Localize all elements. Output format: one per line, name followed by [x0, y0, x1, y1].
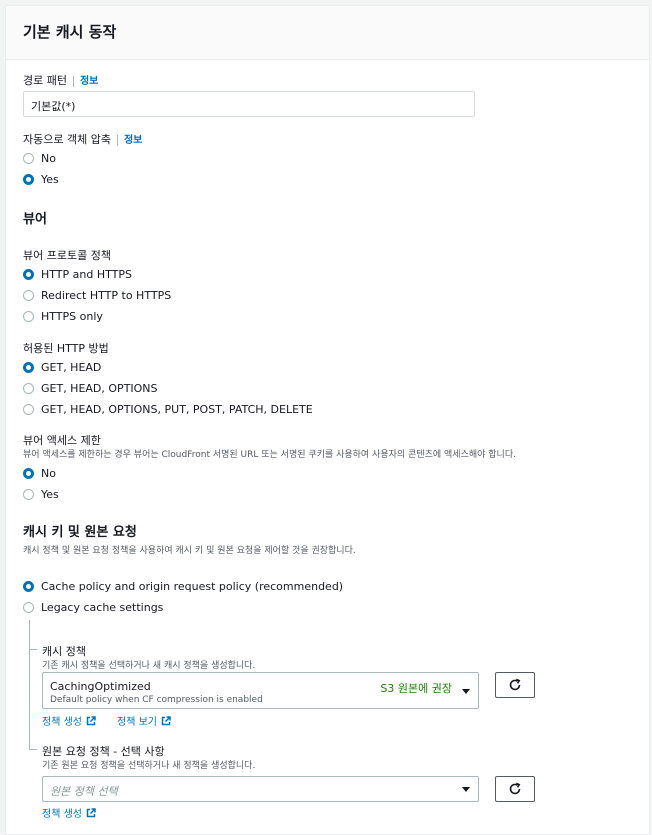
radio-label: No: [41, 152, 56, 165]
panel-header: 기본 캐시 동작: [6, 6, 649, 60]
compress-no-radio[interactable]: No: [23, 152, 56, 165]
view-cache-policy-link[interactable]: 정책 보기: [117, 713, 171, 728]
cache-policy-recommended-radio[interactable]: Cache policy and origin request policy (…: [23, 580, 343, 593]
origin-policy-refresh-button[interactable]: [495, 776, 535, 802]
path-pattern-info-link[interactable]: 정보: [80, 76, 98, 87]
link-label: 정책 생성: [42, 717, 82, 728]
chevron-down-icon: [462, 689, 470, 694]
cache-policy-selected-name: CachingOptimized: [50, 680, 151, 693]
restrict-no-radio[interactable]: No: [23, 467, 56, 480]
viewer-heading: 뷰어: [23, 212, 47, 227]
radio-label: GET, HEAD, OPTIONS, PUT, POST, PATCH, DE…: [41, 403, 313, 416]
refresh-icon: [509, 782, 521, 795]
radio-label: Redirect HTTP to HTTPS: [41, 289, 172, 302]
cache-policy-description: 기존 캐시 정책을 선택하거나 새 캐시 정책을 생성합니다.: [42, 661, 256, 671]
external-link-icon: [86, 807, 96, 817]
refresh-icon: [509, 678, 521, 691]
radio-label: Cache policy and origin request policy (…: [41, 580, 344, 593]
path-pattern-label-row: 경로 패턴 정보: [23, 72, 98, 88]
restrict-access-label: 뷰어 액세스 제한: [23, 434, 101, 447]
external-link-icon: [161, 715, 171, 725]
allowed-methods-label: 허용된 HTTP 방법: [23, 342, 109, 355]
tree-branch-line: [29, 649, 37, 650]
section-title: 기본 캐시 동작: [23, 23, 117, 41]
path-pattern-input[interactable]: 기본값(*): [23, 91, 475, 117]
origin-policy-placeholder: 원본 정책 선택: [50, 785, 118, 798]
chevron-down-icon: [462, 787, 470, 792]
cache-key-heading: 캐시 키 및 원본 요청: [23, 525, 137, 540]
create-origin-policy-link[interactable]: 정책 생성: [42, 805, 96, 820]
compress-label: 자동으로 객체 압축: [23, 133, 111, 146]
restrict-access-description: 뷰어 액세스를 제한하는 경우 뷰어는 CloudFront 서명된 URL 또…: [23, 450, 516, 460]
radio-circle: [23, 311, 34, 322]
viewer-protocol-label: 뷰어 프로토콜 정책: [23, 249, 111, 262]
origin-policy-label: 원본 요청 정책 - 선택 사항: [42, 745, 165, 758]
radio-circle: [23, 489, 34, 500]
methods-get-head-options-radio[interactable]: GET, HEAD, OPTIONS: [23, 382, 158, 395]
protocol-http-https-radio[interactable]: HTTP and HTTPS: [23, 268, 132, 281]
radio-label: Yes: [41, 173, 59, 186]
external-link-icon: [86, 715, 96, 725]
methods-get-head-radio[interactable]: GET, HEAD: [23, 361, 101, 374]
origin-policy-select[interactable]: 원본 정책 선택: [42, 776, 479, 802]
tree-branch-line: [29, 749, 37, 750]
cache-policy-select[interactable]: CachingOptimized Default policy when CF …: [42, 672, 479, 709]
radio-label: Legacy cache settings: [41, 601, 164, 614]
default-cache-behavior-panel: 기본 캐시 동작 경로 패턴 정보 기본값(*) 자동으로 객체 압축 정보 No …: [5, 5, 650, 835]
protocol-redirect-radio[interactable]: Redirect HTTP to HTTPS: [23, 289, 171, 302]
radio-circle-selected: [23, 269, 34, 280]
tree-connector-line: [29, 620, 30, 750]
link-label: 정책 생성: [42, 809, 82, 820]
radio-label: HTTPS only: [41, 310, 103, 323]
create-cache-policy-link[interactable]: 정책 생성: [42, 713, 96, 728]
compress-yes-radio[interactable]: Yes: [23, 173, 59, 186]
radio-circle: [23, 290, 34, 301]
legacy-cache-settings-radio[interactable]: Legacy cache settings: [23, 601, 163, 614]
radio-circle: [23, 153, 34, 164]
radio-label: HTTP and HTTPS: [41, 268, 132, 281]
radio-circle: [23, 602, 34, 613]
recommended-badge: S3 원본에 권장: [380, 682, 452, 695]
methods-all-radio[interactable]: GET, HEAD, OPTIONS, PUT, POST, PATCH, DE…: [23, 403, 313, 416]
cache-policy-refresh-button[interactable]: [495, 672, 535, 698]
cache-policy-selected-description: Default policy when CF compression is en…: [50, 695, 263, 705]
protocol-https-only-radio[interactable]: HTTPS only: [23, 310, 103, 323]
cache-policy-label: 캐시 정책: [42, 645, 86, 658]
cache-key-description: 캐시 정책 및 원본 요청 정책을 사용하여 캐시 키 및 원본 요청을 제어할…: [23, 546, 356, 556]
path-pattern-value: 기본값(*): [31, 100, 76, 113]
radio-label: Yes: [41, 488, 59, 501]
radio-label: GET, HEAD, OPTIONS: [41, 382, 158, 395]
restrict-yes-radio[interactable]: Yes: [23, 488, 59, 501]
radio-circle: [23, 383, 34, 394]
radio-circle-selected: [23, 362, 34, 373]
compress-info-link[interactable]: 정보: [124, 135, 142, 146]
radio-circle-selected: [23, 174, 34, 185]
radio-label: No: [41, 467, 56, 480]
radio-label: GET, HEAD: [41, 361, 102, 374]
link-label: 정책 보기: [117, 717, 157, 728]
radio-circle: [23, 404, 34, 415]
origin-policy-description: 기존 원본 요청 정책을 선택하거나 새 정책을 생성합니다.: [42, 761, 256, 771]
radio-circle-selected: [23, 468, 34, 479]
radio-circle-selected: [23, 581, 34, 592]
path-pattern-label: 경로 패턴: [23, 74, 67, 87]
compress-label-row: 자동으로 객체 압축 정보: [23, 131, 142, 147]
